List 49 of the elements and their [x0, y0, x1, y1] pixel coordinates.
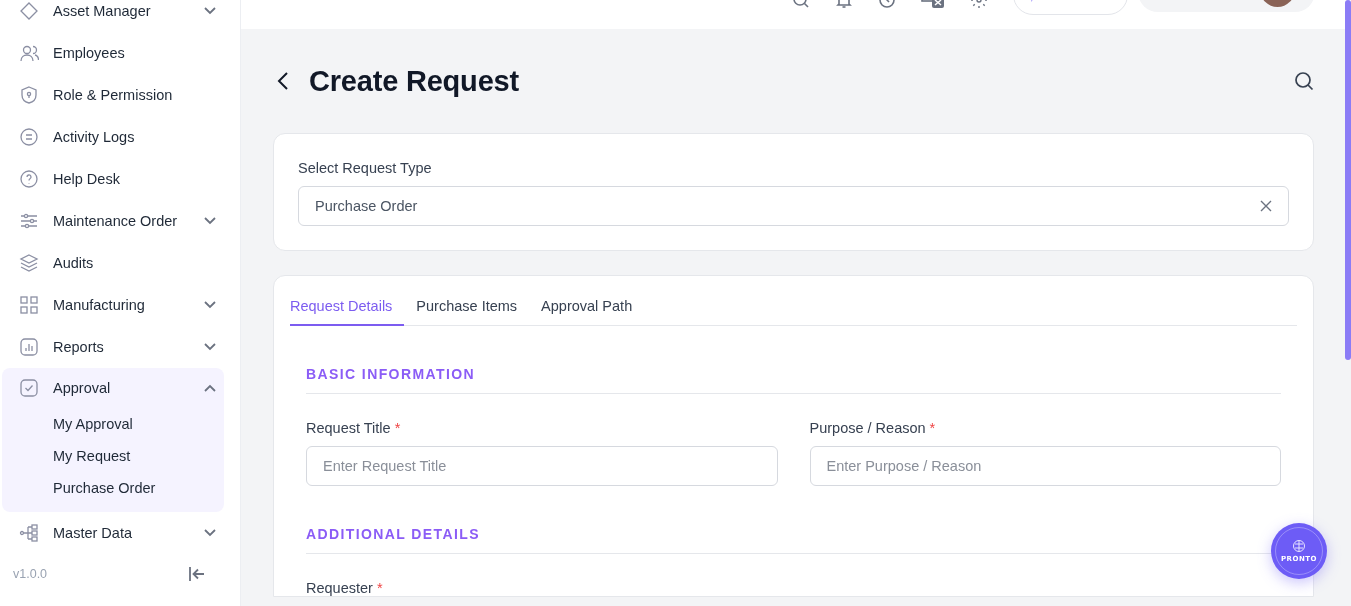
section-heading: BASIC INFORMATION: [306, 365, 1281, 394]
sidebar-item[interactable]: Manufacturing: [2, 284, 224, 326]
sliders-icon: [19, 211, 39, 231]
sidebar-subitem[interactable]: Purchase Order: [2, 472, 216, 504]
chevron-icon: [204, 301, 216, 309]
sidebar-item[interactable]: Role & Permission: [2, 74, 224, 116]
layers-icon: [19, 253, 39, 273]
help-icon: [19, 169, 39, 189]
page-title: Create Request: [309, 64, 520, 98]
tree-icon: [19, 523, 39, 543]
sidebar-subitem[interactable]: My Approval: [2, 408, 216, 440]
input-field[interactable]: Enter Purpose / Reason: [809, 445, 1281, 486]
sidebar-subitem[interactable]: My Request: [2, 440, 216, 472]
people-icon: [19, 43, 39, 63]
tab[interactable]: Purchase Items: [404, 298, 530, 326]
request-type-select[interactable]: Purchase Order: [298, 186, 1289, 226]
shield-icon: [19, 85, 39, 105]
chevron-icon: [204, 7, 216, 15]
globe-icon: [1292, 539, 1306, 553]
tab[interactable]: Approval Path: [529, 298, 645, 326]
field-label: Purpose / Reason *: [809, 419, 937, 436]
collapse-sidebar-icon[interactable]: [188, 566, 206, 582]
field-label: Request Title *: [306, 419, 402, 436]
sidebar-item[interactable]: Audits: [2, 242, 224, 284]
sidebar-item[interactable]: Help Desk: [2, 158, 224, 200]
version-label: v1.0.0: [13, 567, 48, 581]
chevron-icon: [204, 217, 216, 225]
input-field[interactable]: Enter Request Title: [306, 445, 778, 486]
chevron-icon: [204, 529, 216, 537]
clear-icon[interactable]: [1260, 200, 1272, 212]
diamond-icon: [19, 1, 39, 21]
tab[interactable]: Request Details: [290, 298, 405, 326]
sidebar-item[interactable]: Employees: [2, 32, 224, 74]
sidebar-item[interactable]: Maintenance Order: [2, 200, 224, 242]
list-icon: [19, 127, 39, 147]
sidebar-item[interactable]: Master Data: [2, 512, 224, 554]
checkbox-icon: [19, 378, 39, 398]
search-icon[interactable]: [1294, 71, 1314, 91]
chart-icon: [19, 337, 39, 357]
grid-icon: [19, 295, 39, 315]
sidebar-item[interactable]: Approval: [2, 368, 224, 408]
sidebar-item[interactable]: Activity Logs: [2, 116, 224, 158]
chevron-icon: [204, 384, 216, 392]
scrollbar-thumb[interactable]: [1345, 0, 1351, 360]
chevron-icon: [204, 343, 216, 351]
sidebar-item[interactable]: Reports: [2, 326, 224, 368]
field-label: Requester *: [306, 579, 384, 596]
field-label: Select Request Type: [298, 160, 433, 176]
sidebar-item[interactable]: Asset Manager: [2, 0, 224, 32]
